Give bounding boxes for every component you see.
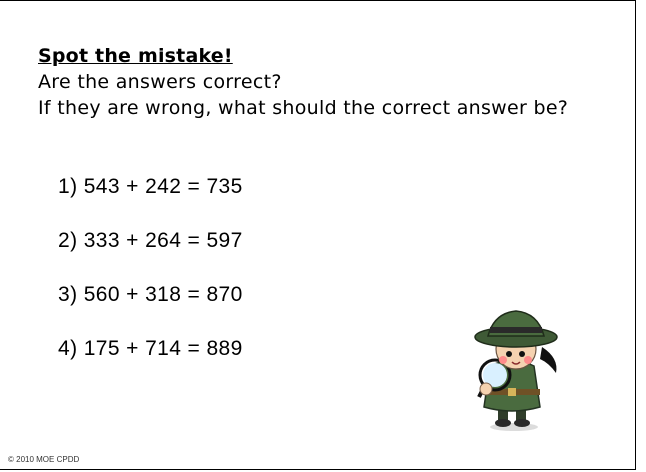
question-item: 4) 175 + 714 = 889 (58, 337, 243, 360)
detective-illustration (474, 310, 558, 431)
footer-copyright: © 2010 MOE CPDD (8, 455, 80, 464)
question-item: 1) 543 + 242 = 735 (58, 175, 243, 198)
instruction-line-1: Are the answers correct? (38, 71, 282, 93)
slide: Spot the mistake! Are the answers correc… (0, 0, 636, 470)
question-item: 2) 333 + 264 = 597 (58, 229, 243, 252)
instruction-line-2: If they are wrong, what should the corre… (38, 97, 569, 119)
slide-title: Spot the mistake! (38, 45, 233, 67)
question-item: 3) 560 + 318 = 870 (58, 283, 243, 306)
question-list: 1) 543 + 242 = 735 2) 333 + 264 = 597 3)… (58, 175, 243, 391)
